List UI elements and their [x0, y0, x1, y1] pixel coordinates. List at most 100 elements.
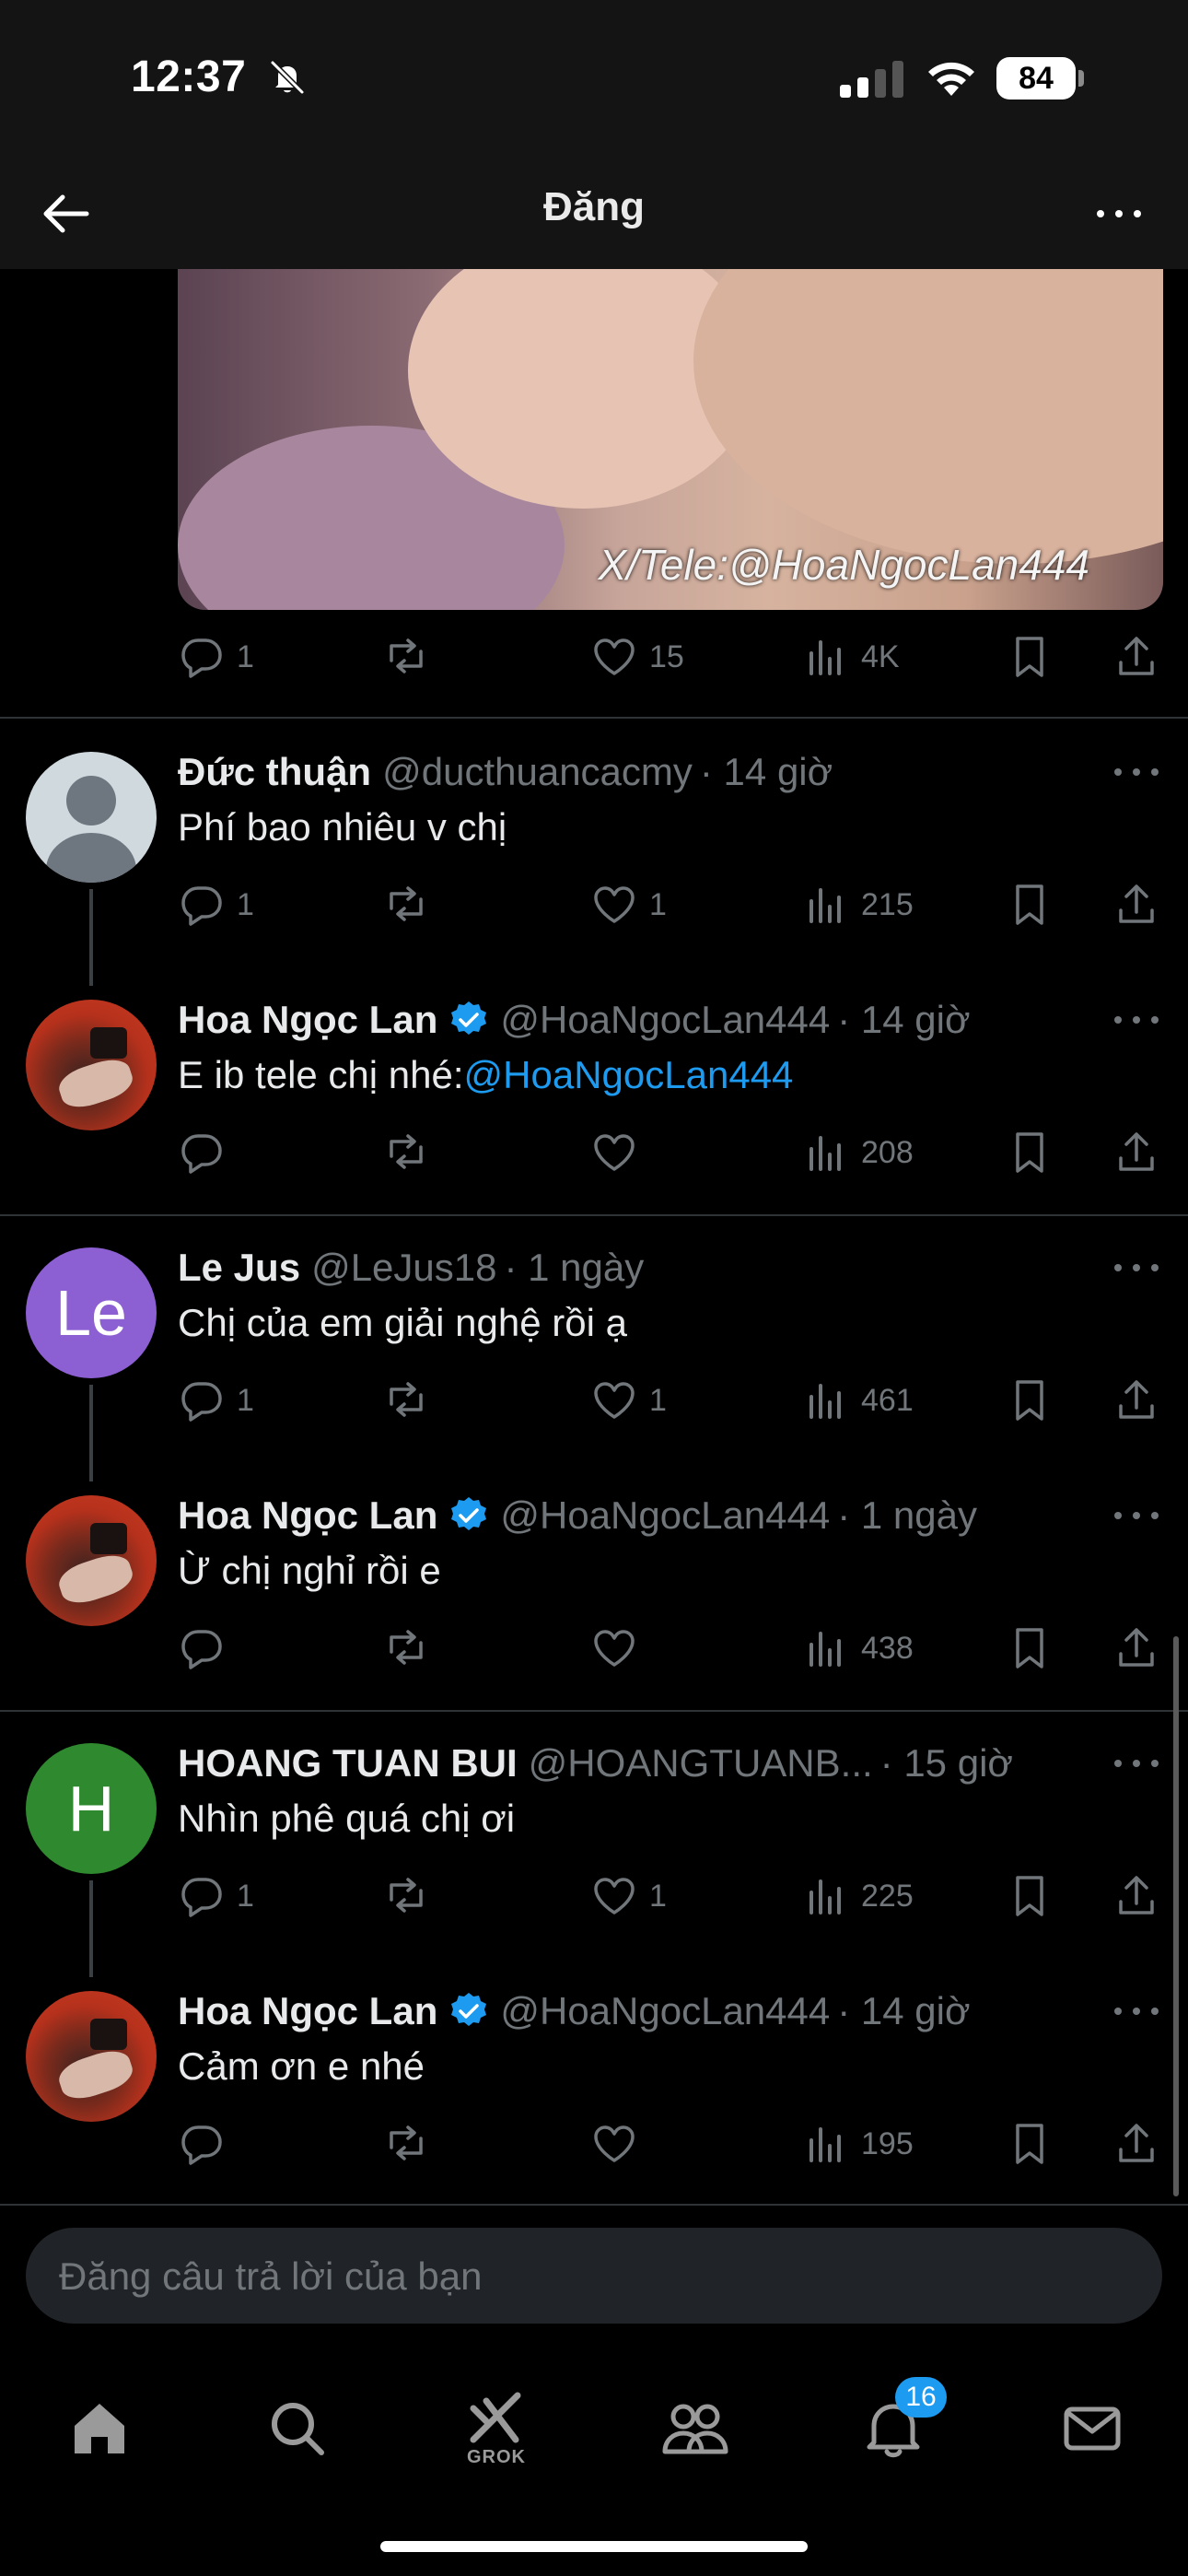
reply-button[interactable] [178, 1125, 226, 1180]
repost-button[interactable] [382, 1621, 430, 1676]
author-handle[interactable]: @HOANGTUANB... [529, 1741, 873, 1786]
share-icon [1113, 1376, 1161, 1424]
repost-button[interactable] [382, 629, 441, 685]
tab-notifications[interactable]: 16 [838, 2373, 949, 2484]
author-handle[interactable]: @HoaNgocLan444 [500, 1493, 830, 1538]
bookmark-button[interactable] [1007, 629, 1054, 685]
bookmark-button[interactable] [1007, 1868, 1054, 1924]
scrollbar[interactable] [1173, 1636, 1179, 2196]
views-button[interactable]: 195 [802, 2116, 914, 2172]
more-icon[interactable] [1111, 1502, 1162, 1529]
repost-button[interactable] [382, 1868, 430, 1924]
bookmark-button[interactable] [1007, 2116, 1054, 2172]
tab-grok[interactable]: GROK [441, 2373, 552, 2484]
more-icon[interactable] [1111, 758, 1162, 786]
share-button[interactable] [1113, 1621, 1161, 1676]
bookmark-button[interactable] [1007, 877, 1054, 932]
reply-input[interactable] [57, 2228, 1129, 2325]
status-bar: 12:37 84 [0, 0, 1188, 157]
share-button[interactable] [1113, 1868, 1161, 1924]
like-button[interactable] [590, 2116, 638, 2172]
repost-button[interactable] [382, 2116, 430, 2172]
tab-search[interactable] [242, 2373, 353, 2484]
author-handle[interactable]: @LeJus18 [311, 1246, 496, 1290]
bookmark-icon [1007, 1129, 1054, 1177]
like-icon [590, 1129, 638, 1177]
reply-icon [178, 1872, 226, 1920]
bookmark-button[interactable] [1007, 1621, 1054, 1676]
avatar[interactable]: H [26, 1743, 157, 1874]
more-icon[interactable] [1111, 1254, 1162, 1282]
reply-button[interactable]: 1 [178, 1868, 254, 1924]
tab-messages[interactable] [1037, 2373, 1147, 2484]
author-name[interactable]: Đức thuận [178, 750, 371, 794]
avatar-initials: Le [55, 1277, 127, 1349]
reply-count: 1 [237, 1878, 254, 1914]
reply-button[interactable]: 1 [178, 1373, 254, 1428]
like-button[interactable]: 1 [590, 877, 667, 932]
reply-button[interactable]: 1 [178, 877, 254, 932]
author-name[interactable]: Hoa Ngọc Lan [178, 998, 437, 1042]
share-button[interactable] [1113, 877, 1161, 932]
bookmark-button[interactable] [1007, 1373, 1054, 1428]
like-button[interactable] [590, 1125, 638, 1180]
reply-count: 1 [237, 638, 254, 674]
post-time: · 15 giờ [879, 1741, 1013, 1785]
mention-link[interactable]: @HoaNgocLan444 [464, 1053, 794, 1096]
repost-button[interactable] [382, 877, 430, 932]
share-button[interactable] [1113, 1373, 1161, 1428]
repost-button[interactable] [382, 1125, 430, 1180]
avatar[interactable] [26, 752, 157, 883]
like-button[interactable]: 1 [590, 1868, 667, 1924]
reply-button[interactable]: 1 [178, 629, 254, 685]
more-icon[interactable] [1111, 1997, 1162, 2025]
author-name[interactable]: HOANG TUAN BUI [178, 1741, 518, 1786]
more-icon[interactable] [1111, 1006, 1162, 1034]
reply-button[interactable] [178, 2116, 226, 2172]
cellular-signal-icon [840, 61, 906, 98]
avatar[interactable] [26, 1495, 157, 1626]
repost-icon [382, 1624, 430, 1672]
media-watermark: X/Tele:@HoaNgocLan444 [598, 541, 1089, 589]
avatar[interactable] [26, 1991, 157, 2122]
communities-icon [661, 2396, 729, 2461]
share-icon [1113, 633, 1161, 681]
author-handle[interactable]: @HoaNgocLan444 [500, 1989, 830, 2033]
avatar[interactable]: Le [26, 1247, 157, 1378]
author-name[interactable]: Hoa Ngọc Lan [178, 1989, 437, 2033]
repost-button[interactable] [382, 1373, 430, 1428]
tweet-text: Nhìn phê quá chị ơi [178, 1797, 516, 1840]
repost-icon [382, 1129, 430, 1177]
views-button[interactable]: 4K [802, 629, 900, 685]
more-icon[interactable] [1111, 1750, 1162, 1777]
divider [0, 1710, 1188, 1712]
views-button[interactable]: 208 [802, 1125, 914, 1180]
author-name[interactable]: Hoa Ngọc Lan [178, 1493, 437, 1538]
views-button[interactable]: 215 [802, 877, 914, 932]
reply-composer[interactable] [26, 2228, 1162, 2325]
post-time: · 1 ngày [837, 1493, 978, 1537]
tab-communities[interactable] [640, 2373, 751, 2484]
views-button[interactable]: 225 [802, 1868, 914, 1924]
more-options-icon[interactable] [1087, 184, 1151, 243]
post-media-image[interactable]: X/Tele:@HoaNgocLan444 [178, 269, 1163, 610]
share-button[interactable] [1113, 1125, 1161, 1180]
like-button[interactable]: 1 [590, 1373, 667, 1428]
tab-home[interactable] [44, 2373, 155, 2484]
author-name[interactable]: Le Jus [178, 1246, 300, 1290]
bookmark-button[interactable] [1007, 1125, 1054, 1180]
reply-button[interactable] [178, 1621, 226, 1676]
like-button[interactable]: 15 [590, 629, 684, 685]
avatar[interactable] [26, 1000, 157, 1130]
messages-icon [1060, 2396, 1124, 2461]
views-button[interactable]: 438 [802, 1621, 914, 1676]
author-handle[interactable]: @ducthuancacmy [382, 750, 693, 794]
views-count: 461 [861, 1382, 914, 1418]
views-count: 195 [861, 2125, 914, 2161]
share-button[interactable] [1113, 2116, 1161, 2172]
views-count: 215 [861, 886, 914, 922]
views-button[interactable]: 461 [802, 1373, 914, 1428]
author-handle[interactable]: @HoaNgocLan444 [500, 998, 830, 1042]
like-button[interactable] [590, 1621, 638, 1676]
share-button[interactable] [1113, 629, 1161, 685]
